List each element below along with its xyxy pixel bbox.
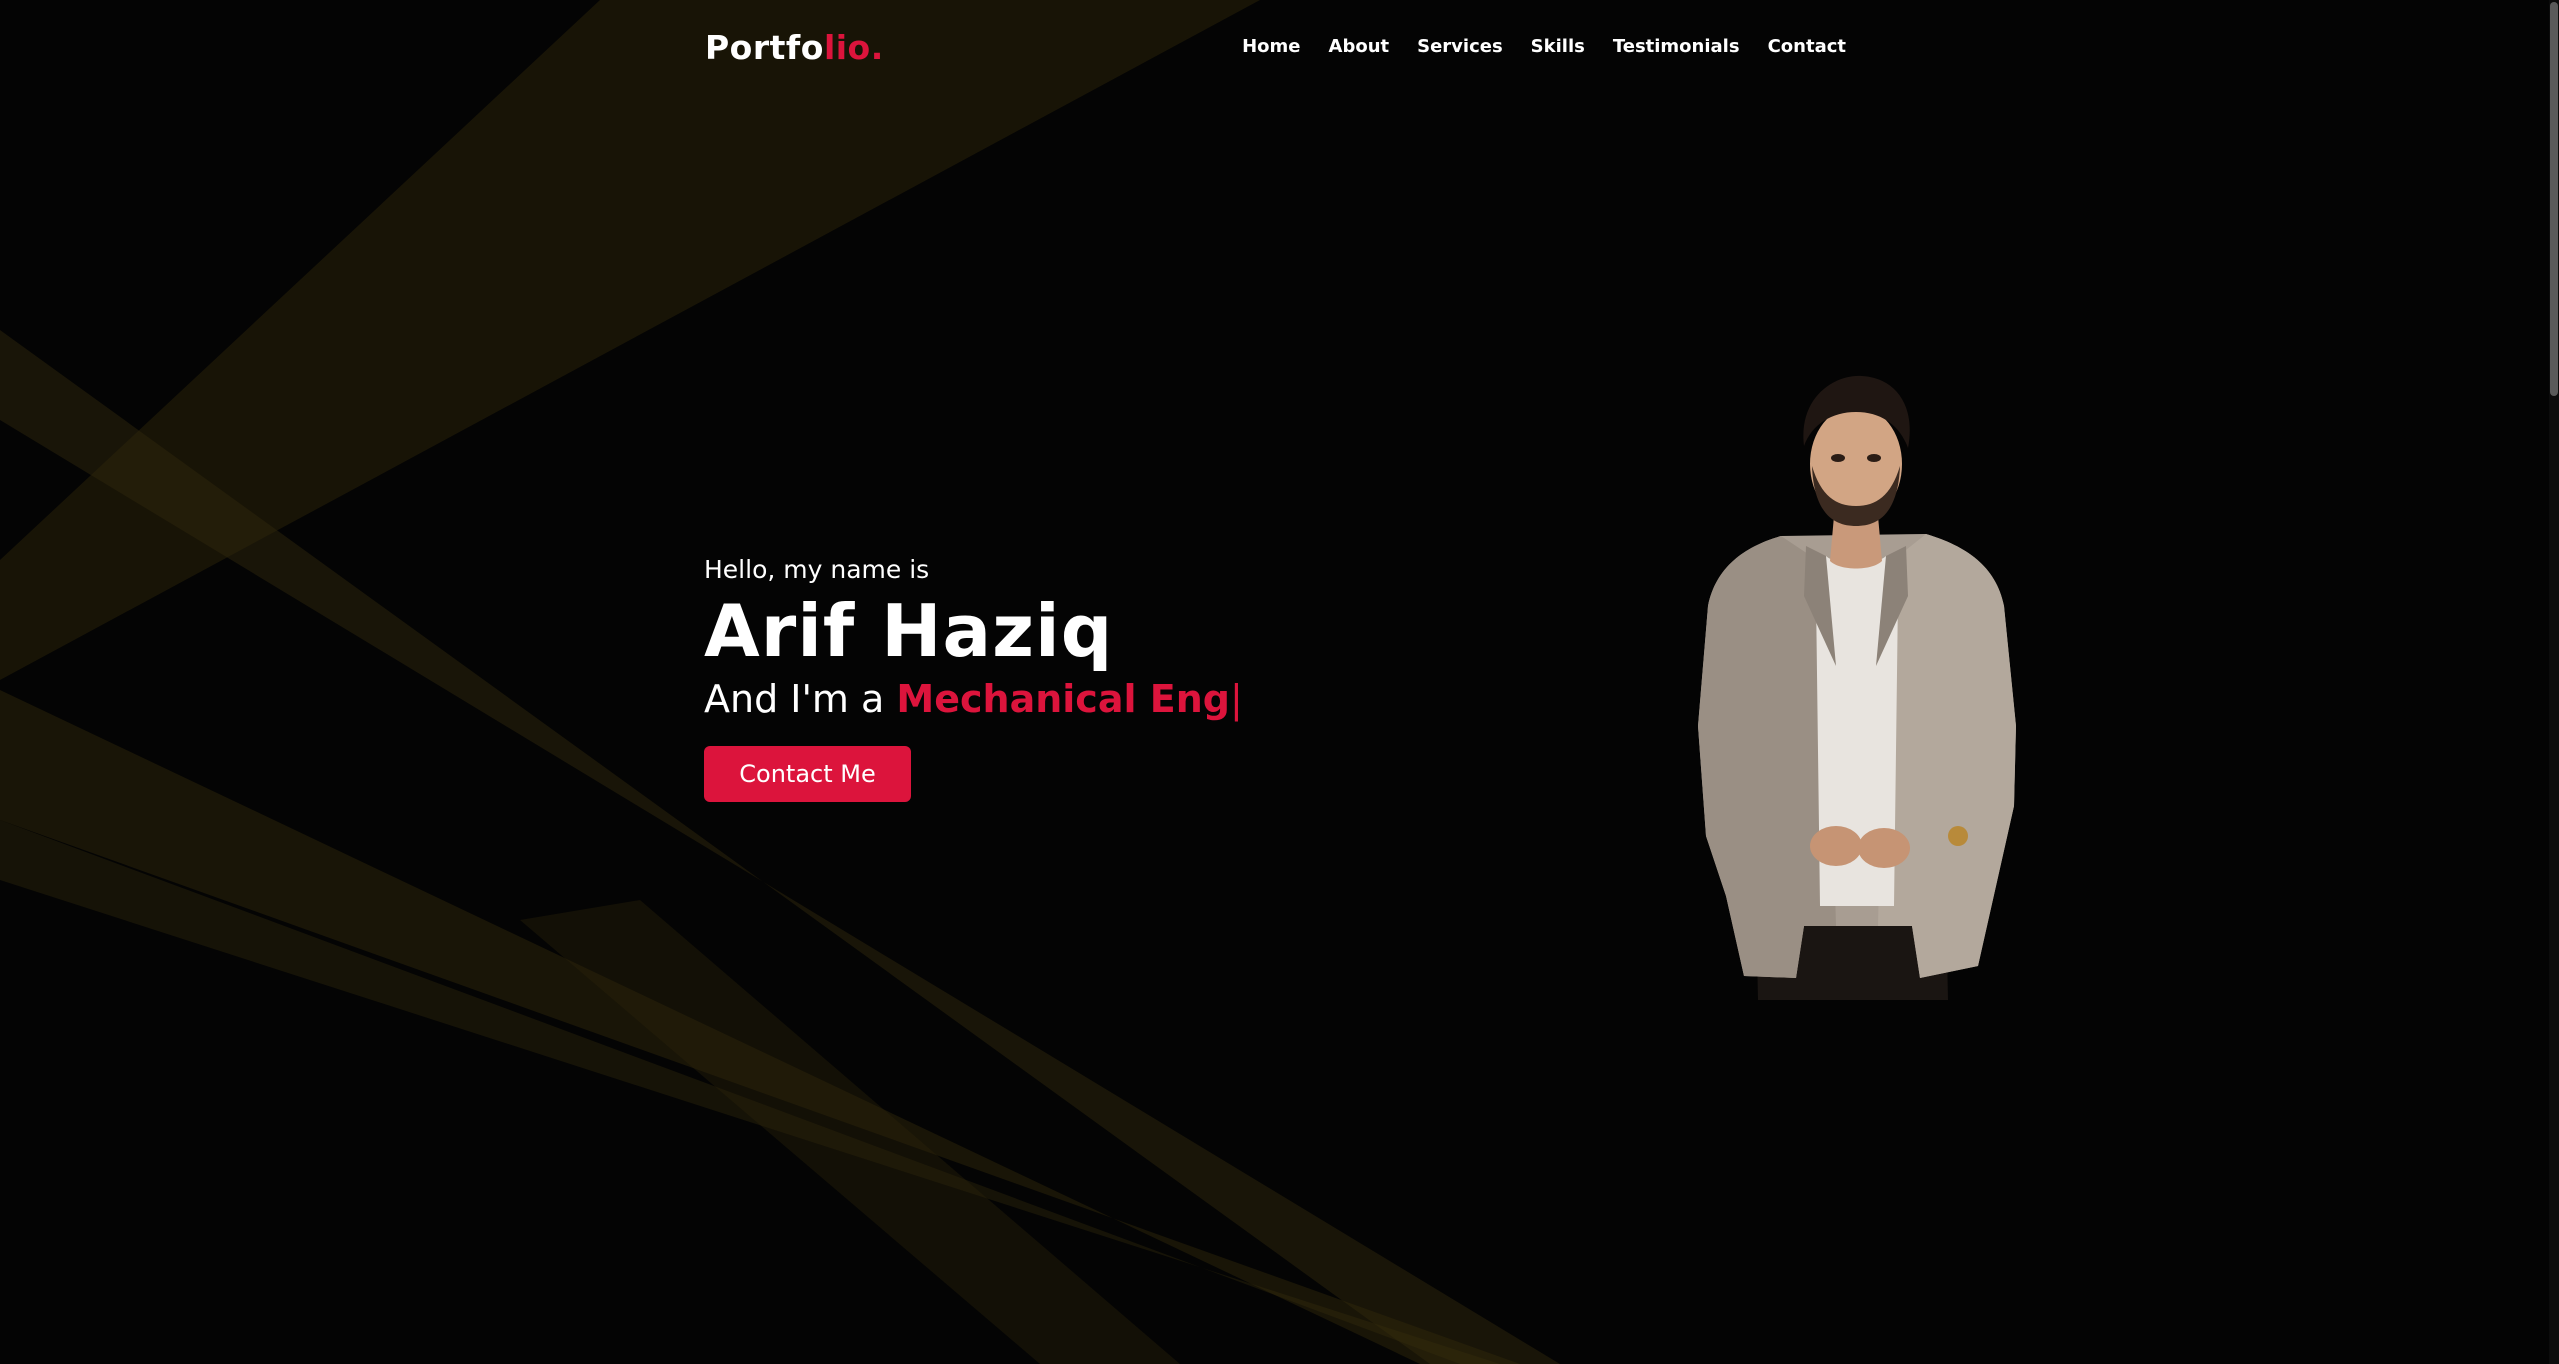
logo[interactable]: Portfolio. <box>705 28 884 67</box>
nav-item-services[interactable]: Services <box>1417 36 1503 57</box>
nav-item-contact[interactable]: Contact <box>1768 36 1846 57</box>
hero-name: Arif Haziq <box>704 589 1114 673</box>
hero-role: And I'm a Mechanical Eng| <box>704 674 1504 724</box>
logo-text-main: Portfo <box>705 28 824 67</box>
hero-greeting: Hello, my name is <box>704 555 930 584</box>
nav-item-home[interactable]: Home <box>1242 36 1300 57</box>
contact-me-button[interactable]: Contact Me <box>704 746 911 802</box>
typing-cursor: | <box>1229 677 1243 721</box>
scrollbar-thumb[interactable] <box>2550 2 2558 396</box>
nav-item-testimonials[interactable]: Testimonials <box>1613 36 1740 57</box>
hero-role-prefix: And I'm a <box>704 677 885 721</box>
portfolio-page: Portfolio. Home About Services Skills Te… <box>0 0 2559 1364</box>
nav-menu: Home About Services Skills Testimonials … <box>1214 36 1846 57</box>
profile-photo <box>1698 375 2016 1000</box>
hero-text: Hello, my name is Arif Haziq And I'm a M… <box>704 552 1504 802</box>
nav-item-about[interactable]: About <box>1329 36 1390 57</box>
page-scrollbar[interactable] <box>2549 0 2559 1364</box>
logo-text-accent: lio. <box>823 28 884 67</box>
nav-item-skills[interactable]: Skills <box>1531 36 1585 57</box>
hero-role-typed: Mechanical Eng <box>896 677 1230 721</box>
navbar: Portfolio. Home About Services Skills Te… <box>705 24 1846 74</box>
